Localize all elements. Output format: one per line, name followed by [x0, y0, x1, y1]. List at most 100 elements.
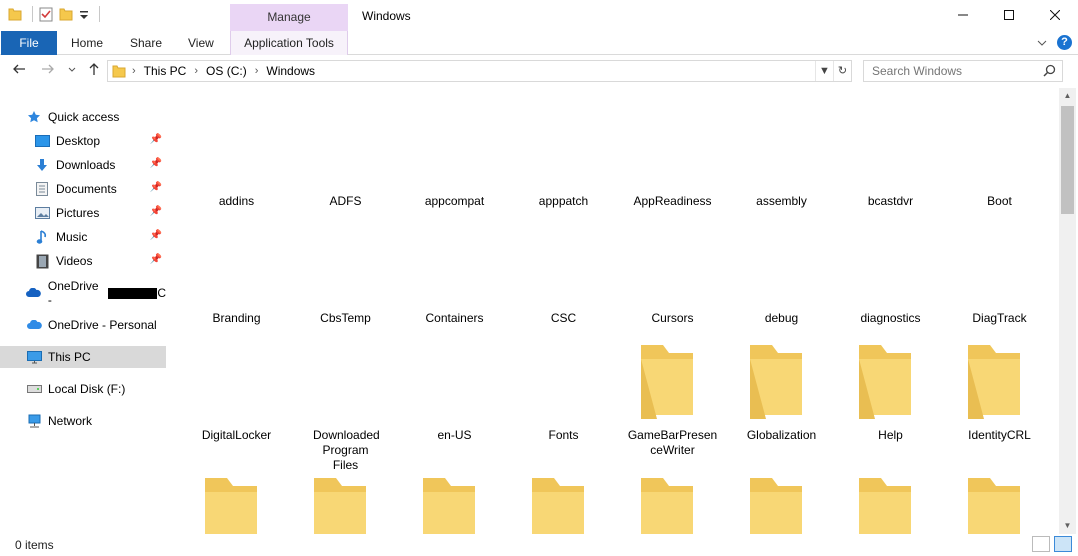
folder-item[interactable]: assembly [727, 194, 836, 209]
folder-item[interactable]: CbsTemp [291, 311, 400, 326]
folder-icon[interactable] [639, 341, 695, 419]
tab-file[interactable]: File [1, 31, 57, 55]
tab-home[interactable]: Home [71, 31, 103, 55]
folder-icon[interactable] [857, 341, 913, 419]
tab-view[interactable]: View [188, 31, 214, 55]
breadcrumb-separator[interactable]: › [194, 65, 198, 77]
folder-item[interactable]: GameBarPresenceWriter [618, 428, 727, 458]
pin-icon[interactable]: 📌 [150, 206, 162, 217]
file-list[interactable]: addins ADFS appcompat apppatch AppReadin… [170, 88, 1059, 534]
folder-item[interactable]: en-US [400, 428, 509, 443]
folder-label: IdentityCRL [968, 428, 1031, 442]
vertical-scrollbar[interactable]: ▲ ▼ [1059, 88, 1076, 534]
close-button[interactable] [1032, 0, 1078, 31]
large-icons-view-icon[interactable] [1054, 536, 1072, 552]
folder-icon[interactable] [748, 341, 804, 419]
folder-icon[interactable] [639, 474, 695, 534]
breadcrumb-separator[interactable]: › [132, 65, 136, 77]
sidebar-item-network[interactable]: Network [0, 410, 166, 432]
scroll-up-arrow-icon[interactable]: ▲ [1059, 88, 1076, 104]
tab-application-tools[interactable]: Application Tools [230, 31, 348, 55]
back-arrow-icon[interactable] [12, 62, 26, 76]
folder-label: Globalization [746, 428, 817, 442]
sidebar-item-music[interactable]: Music 📌 [0, 226, 166, 248]
folder-icon[interactable] [312, 474, 368, 534]
folder-item[interactable]: Globalization [727, 428, 836, 443]
folder-item[interactable]: addins [182, 194, 291, 209]
recent-locations-chevron-icon[interactable] [68, 67, 76, 73]
folder-item[interactable]: AppReadiness [618, 194, 727, 209]
folder-item[interactable]: IdentityCRL [945, 428, 1054, 443]
sidebar-item-downloads[interactable]: Downloads 📌 [0, 154, 166, 176]
up-arrow-icon[interactable] [87, 62, 101, 76]
folder-item[interactable]: Boot [945, 194, 1054, 209]
folder-label: Cursors [651, 311, 694, 325]
help-icon[interactable]: ? [1057, 35, 1072, 50]
pin-icon[interactable]: 📌 [150, 230, 162, 241]
folder-item[interactable]: Containers [400, 311, 509, 326]
breadcrumb-separator[interactable]: › [255, 65, 259, 77]
sidebar-item-label: OneDrive - [47, 279, 99, 307]
folder-icon[interactable] [203, 474, 259, 534]
folder-icon[interactable] [966, 341, 1022, 419]
sidebar-item-pictures[interactable]: Pictures 📌 [0, 202, 166, 224]
folder-item[interactable]: diagnostics [836, 311, 945, 326]
pin-icon[interactable]: 📌 [150, 158, 162, 169]
folder-item[interactable]: CSC [509, 311, 618, 326]
sidebar-item-local-disk-f[interactable]: Local Disk (F:) [0, 378, 166, 400]
pin-icon[interactable]: 📌 [150, 254, 162, 265]
scroll-down-arrow-icon[interactable]: ▼ [1059, 518, 1076, 534]
breadcrumb-this-pc[interactable]: This PC [144, 64, 187, 78]
sidebar-item-videos[interactable]: Videos 📌 [0, 250, 166, 272]
sidebar-item-onedrive-business[interactable]: OneDrive - C [0, 279, 166, 307]
address-bar[interactable]: › This PC › OS (C:) › Windows ▼ ↻ [107, 60, 852, 82]
breadcrumb-os-c[interactable]: OS (C:) [206, 64, 247, 78]
folder-label: appcompat [424, 194, 485, 208]
folder-label: CSC [550, 311, 577, 325]
pin-icon[interactable]: 📌 [150, 182, 162, 193]
sidebar-item-documents[interactable]: Documents 📌 [0, 178, 166, 200]
refresh-icon[interactable]: ↻ [833, 61, 851, 81]
sidebar-item-this-pc[interactable]: This PC [0, 346, 166, 368]
folder-icon[interactable] [966, 474, 1022, 534]
folder-item[interactable]: debug [727, 311, 836, 326]
address-dropdown-chevron-icon[interactable]: ▼ [815, 61, 833, 81]
breadcrumb-windows[interactable]: Windows [266, 64, 315, 78]
folder-item[interactable]: Downloaded Program Files [291, 428, 400, 473]
folder-item[interactable]: apppatch [509, 194, 618, 209]
folder-item[interactable]: DiagTrack [945, 311, 1054, 326]
folder-icon[interactable] [857, 474, 913, 534]
downloads-icon [37, 159, 47, 171]
drive-icon [26, 385, 42, 393]
folder-icon[interactable] [8, 6, 22, 22]
folder-item[interactable]: bcastdvr [836, 194, 945, 209]
folder-icon[interactable] [530, 474, 586, 534]
folder-item[interactable]: Branding [182, 311, 291, 326]
sidebar-item-desktop[interactable]: Desktop 📌 [0, 130, 166, 152]
sidebar-item-onedrive-personal[interactable]: OneDrive - Personal [0, 314, 166, 336]
tab-share[interactable]: Share [130, 31, 162, 55]
folder-icon[interactable] [421, 474, 477, 534]
search-box[interactable] [863, 60, 1063, 82]
forward-arrow-icon[interactable] [41, 62, 55, 76]
pin-icon[interactable]: 📌 [150, 134, 162, 145]
maximize-button[interactable] [986, 0, 1032, 31]
folder-item[interactable]: Cursors [618, 311, 727, 326]
folder-item[interactable]: appcompat [400, 194, 509, 209]
folder-item[interactable]: Fonts [509, 428, 618, 443]
ribbon-tabs: File Home Share View Application Tools ? [0, 31, 1078, 55]
details-view-icon[interactable] [1032, 536, 1050, 552]
minimize-button[interactable] [940, 0, 986, 31]
search-input[interactable] [864, 61, 1034, 81]
expand-ribbon-icon[interactable] [1037, 39, 1047, 47]
folder-icon[interactable] [748, 474, 804, 534]
properties-icon[interactable] [39, 6, 53, 22]
folder-item[interactable]: ADFS [291, 194, 400, 209]
new-folder-icon[interactable] [59, 6, 73, 22]
scrollbar-thumb[interactable] [1061, 106, 1074, 214]
customize-toolbar-icon[interactable] [79, 6, 89, 22]
sidebar-item-quick-access[interactable]: Quick access [0, 106, 166, 128]
folder-item[interactable]: Help [836, 428, 945, 443]
folder-item[interactable]: DigitalLocker [182, 428, 291, 443]
tab-manage[interactable]: Manage [230, 4, 348, 31]
